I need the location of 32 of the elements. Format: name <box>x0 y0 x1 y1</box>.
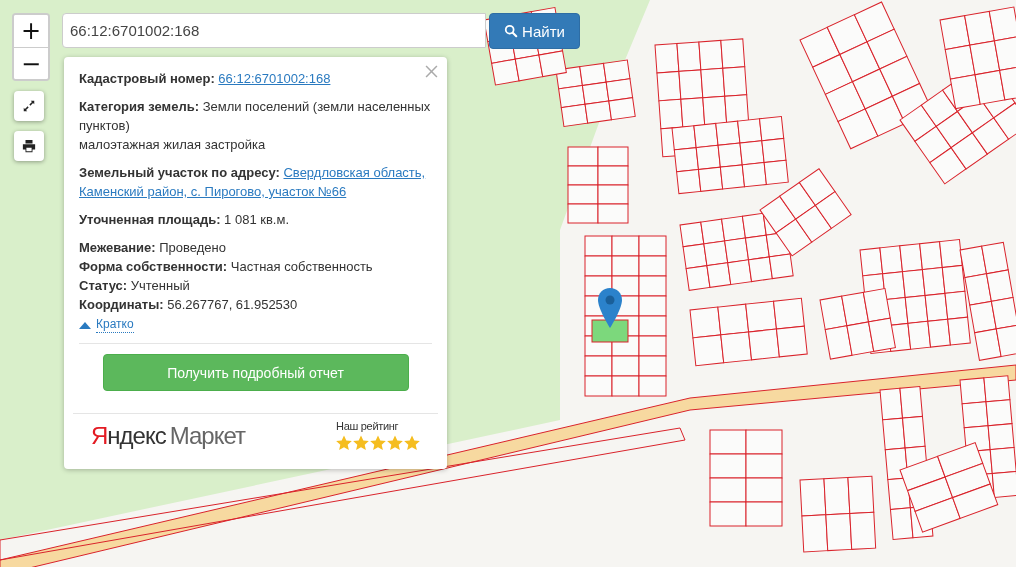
info-link[interactable]: 66:12:6701002:168 <box>218 71 331 86</box>
info-link[interactable]: Каменский район, с. Пирогово, участок №66 <box>79 184 347 199</box>
info-row-text: Координаты: 56.267767, 61.952530 <box>79 296 299 314</box>
report-button[interactable]: Получить подробный отчет <box>102 354 409 391</box>
yandex-market-logo[interactable]: Яндекс Маркет <box>91 421 245 450</box>
search-field[interactable]: 66:12:6701002:168 <box>62 13 486 48</box>
info-row-text: Статус: Учтенный <box>79 277 191 295</box>
map-pin-icon <box>598 288 622 328</box>
selected-parcel <box>591 319 629 343</box>
fullscreen-button[interactable] <box>14 91 44 121</box>
star-icon <box>370 435 386 451</box>
close-icon[interactable] <box>425 65 438 78</box>
info-row-text: малоэтажная жилая застройка <box>79 136 267 154</box>
search-button[interactable]: Найти <box>489 13 580 49</box>
info-row-text: Форма собственности: Частная собственность <box>79 258 374 276</box>
star-icon <box>353 435 369 451</box>
star-icon <box>387 435 403 451</box>
collapse-link[interactable]: Кратко <box>96 317 134 333</box>
star-icon <box>336 435 352 451</box>
star-icon <box>404 435 420 451</box>
info-row-text: Земельный участок по адресу: Свердловская область, Каменский район, с. Пирогово, участок №66 <box>79 164 427 201</box>
print-icon <box>22 139 36 153</box>
zoom-out-button[interactable]: − <box>14 47 48 79</box>
search-icon <box>504 24 519 38</box>
info-row-text: Категория земель: Земли поселений (земли населенных пунктов) <box>79 98 432 135</box>
info-row-text: Уточненная площадь: 1 081 кв.м. <box>79 211 290 229</box>
print-button[interactable] <box>14 131 44 161</box>
info-link[interactable]: Свердловская область, <box>283 165 426 180</box>
rating-label: Наш рейтинг <box>336 420 399 432</box>
expand-icon <box>22 99 36 113</box>
collapse-arrow-icon <box>79 321 91 329</box>
info-row-text: Межевание: Проведено <box>79 239 227 257</box>
